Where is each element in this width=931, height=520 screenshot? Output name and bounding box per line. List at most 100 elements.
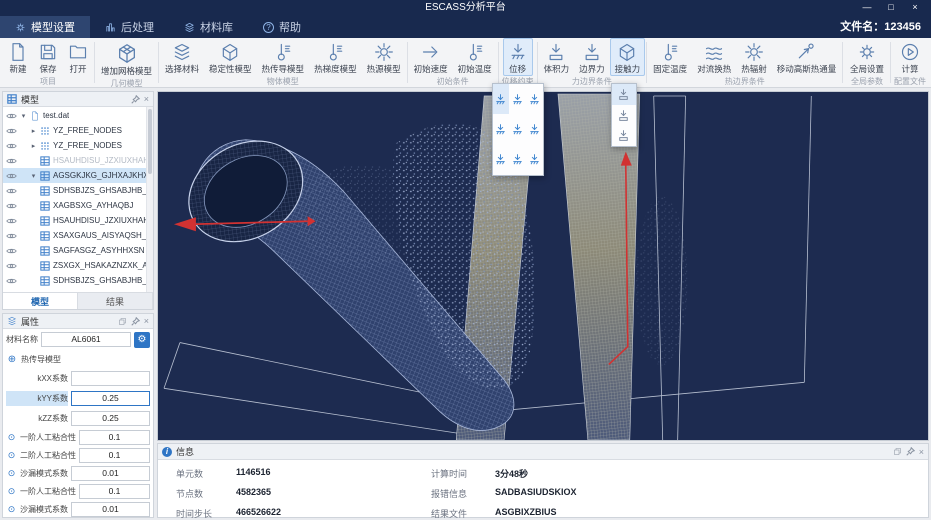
scrollbar-thumb[interactable] [148,109,152,174]
properties-panel-header: 属性 × [3,314,153,329]
tree-item[interactable]: XSAXGAUS_AISYAQSH_ASHX [3,228,153,243]
contact-option[interactable] [612,105,636,126]
tree-item[interactable]: SAGFASGZ_ASYHHXSN [3,243,153,258]
stability-model-button[interactable]: 稳定性模型 [204,38,257,76]
displacement-option[interactable] [526,114,543,144]
tab-model-settings[interactable]: 模型设置 [0,16,90,38]
float-icon[interactable] [893,447,902,456]
tab-model[interactable]: 模型 [3,293,78,309]
tab-label: 材料库 [200,22,233,34]
contact-force-button[interactable]: 接触力 [609,38,646,147]
tree-item[interactable]: ZSXGX_HSAKAZNZXK_AHASX [3,258,153,273]
visibility-icon[interactable] [6,172,17,180]
tree-item[interactable]: SDHSBJZS_GHSABJHB_ZAHJ [3,183,153,198]
displacement-option[interactable] [526,84,543,114]
visibility-icon[interactable] [6,262,17,270]
contact-option[interactable] [611,84,636,105]
material-name-field[interactable]: AL6061 [41,332,131,347]
displacement-option[interactable] [526,145,543,175]
minimize-button[interactable]: — [855,0,879,16]
displacement-option[interactable] [493,114,510,144]
viscosity1b-field[interactable]: 0.1 [79,483,150,499]
visibility-icon[interactable] [6,217,17,225]
displacement-option[interactable] [492,84,510,115]
heat-gradient-model-button[interactable]: 热梯度模型 [309,38,362,76]
pin-icon[interactable] [131,317,140,326]
section-heat-conduction[interactable]: ⊕ 热传导模型 [3,350,153,368]
visibility-icon[interactable] [6,142,17,150]
expand-icon[interactable]: ⊕ [6,354,18,365]
visibility-icon[interactable] [6,127,17,135]
tree-item[interactable]: SDHSBJZS_GHSABJHB_ZAHJ [3,273,153,288]
new-button[interactable]: 新建 [3,38,33,76]
visibility-icon[interactable] [6,247,17,255]
visibility-icon[interactable] [6,112,17,120]
hourglass-field[interactable]: 0.01 [71,465,150,481]
displacement-option[interactable] [509,114,526,144]
save-button[interactable]: 保存 [33,38,63,76]
heat-source-model-button[interactable]: 热源模型 [362,38,406,76]
close-icon[interactable]: × [144,316,149,326]
displacement-button[interactable]: 位移 [491,38,544,176]
visibility-icon[interactable] [6,202,17,210]
tree-scrollbar[interactable] [146,107,153,292]
open-button[interactable]: 打开 [63,38,93,76]
displacement-option[interactable] [509,84,526,114]
tree-root-item[interactable]: ▾ test.dat [3,108,153,123]
pin-icon[interactable] [131,95,140,104]
tab-help[interactable]: ? 帮助 [248,16,316,38]
add-mesh-model-icon [116,42,138,64]
tab-post-processing[interactable]: 后处理 [90,16,169,38]
kyy-field[interactable]: 0.25 [71,390,150,406]
float-icon[interactable] [118,317,127,326]
close-icon[interactable]: × [919,447,924,457]
contact-option[interactable] [612,125,636,146]
initial-velocity-button[interactable]: 初始速度 [409,38,453,76]
global-settings-button[interactable]: 全局设置 [845,38,889,76]
contact-option-icon [617,129,630,142]
tab-results[interactable]: 结果 [78,293,153,309]
tree-item[interactable]: XAGBSXG_AYHAQBJ [3,198,153,213]
close-icon[interactable]: × [144,94,149,104]
moving-gauss-flux-button[interactable]: 移动高斯热通量 [772,38,842,76]
tree-item[interactable]: HSAUHDISU_JZXIUXHAHX [3,213,153,228]
displacement-option[interactable] [493,145,510,175]
displacement-options-dropdown [491,83,544,176]
visibility-icon[interactable] [6,157,17,165]
caret-right-icon[interactable]: ▸ [30,142,37,150]
pin-icon[interactable] [906,447,915,456]
panel-title: 模型 [21,94,40,105]
tree-item-selected[interactable]: ▾ AGSGKJKG_GJHXAJKHXA [3,168,153,183]
visibility-icon[interactable] [6,277,17,285]
close-button[interactable]: × [903,0,927,16]
convection-button[interactable]: 对流换热 [692,38,736,76]
tab-label: 模型设置 [31,22,75,34]
fixed-temperature-button[interactable]: 固定温度 [648,38,692,76]
kxx-field[interactable] [71,370,150,386]
maximize-button[interactable]: □ [879,0,903,16]
caret-right-icon[interactable]: ▸ [30,127,37,135]
tab-material-library[interactable]: 材料库 [169,16,248,38]
radiation-button[interactable]: 热辐射 [736,38,772,76]
boundary-force-button[interactable]: 边界力 [574,38,610,76]
visibility-icon[interactable] [6,232,17,240]
viscosity1-field[interactable]: 0.1 [79,429,150,445]
heat-conduction-model-button[interactable]: 热传导模型 [257,38,310,76]
param-bullet-icon: ⊙ [7,467,16,478]
tree-item[interactable]: ▸ YZ_FREE_NODES [3,123,153,138]
displacement-option[interactable] [509,145,526,175]
compute-button[interactable]: 计算 [895,38,925,76]
kzz-field[interactable]: 0.25 [71,410,150,426]
tree-item[interactable]: ▸ YZ_FREE_NODES [3,138,153,153]
initial-temperature-button[interactable]: 初始温度 [453,38,497,76]
caret-down-icon[interactable]: ▾ [20,112,27,120]
tree-item[interactable]: HSAUHDISU_JZXIUXHAHX [3,153,153,168]
viscosity2-field[interactable]: 0.1 [79,447,150,463]
visibility-icon[interactable] [6,187,17,195]
material-settings-button[interactable]: ⚙ [134,331,150,348]
add-mesh-model-button[interactable]: 增加网格模型 [96,38,157,78]
caret-down-icon[interactable]: ▾ [30,172,37,180]
body-force-button[interactable]: 体积力 [539,38,575,76]
select-material-button[interactable]: 选择材料 [160,38,204,76]
hourglass2-field[interactable]: 0.01 [71,501,150,517]
